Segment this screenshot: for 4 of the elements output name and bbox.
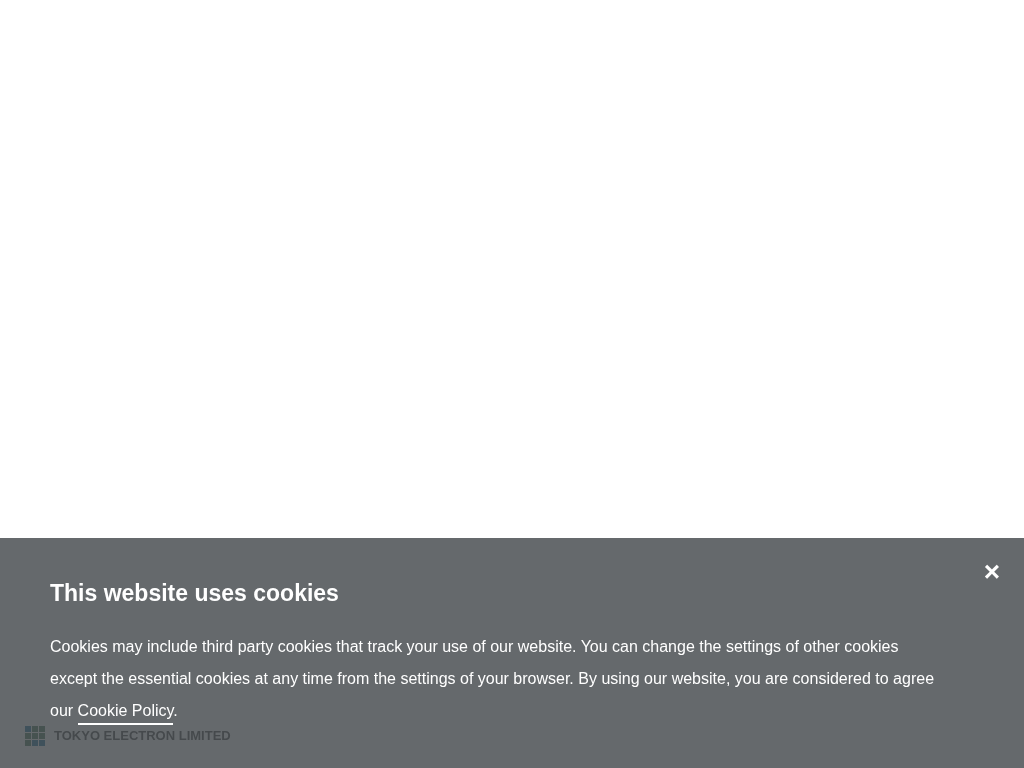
cookie-policy-link[interactable]: Cookie Policy <box>77 701 174 725</box>
banner-title: This website uses cookies <box>50 580 340 608</box>
close-button[interactable]: × <box>979 556 1004 588</box>
banner-text: Cookies may include third party cookies that track your use of our website. You can change the settings of other cookies except the essential cookies at any time from the settings of your browser. By using our website, you are considered to agree our Cookie Policy. <box>50 630 950 727</box>
